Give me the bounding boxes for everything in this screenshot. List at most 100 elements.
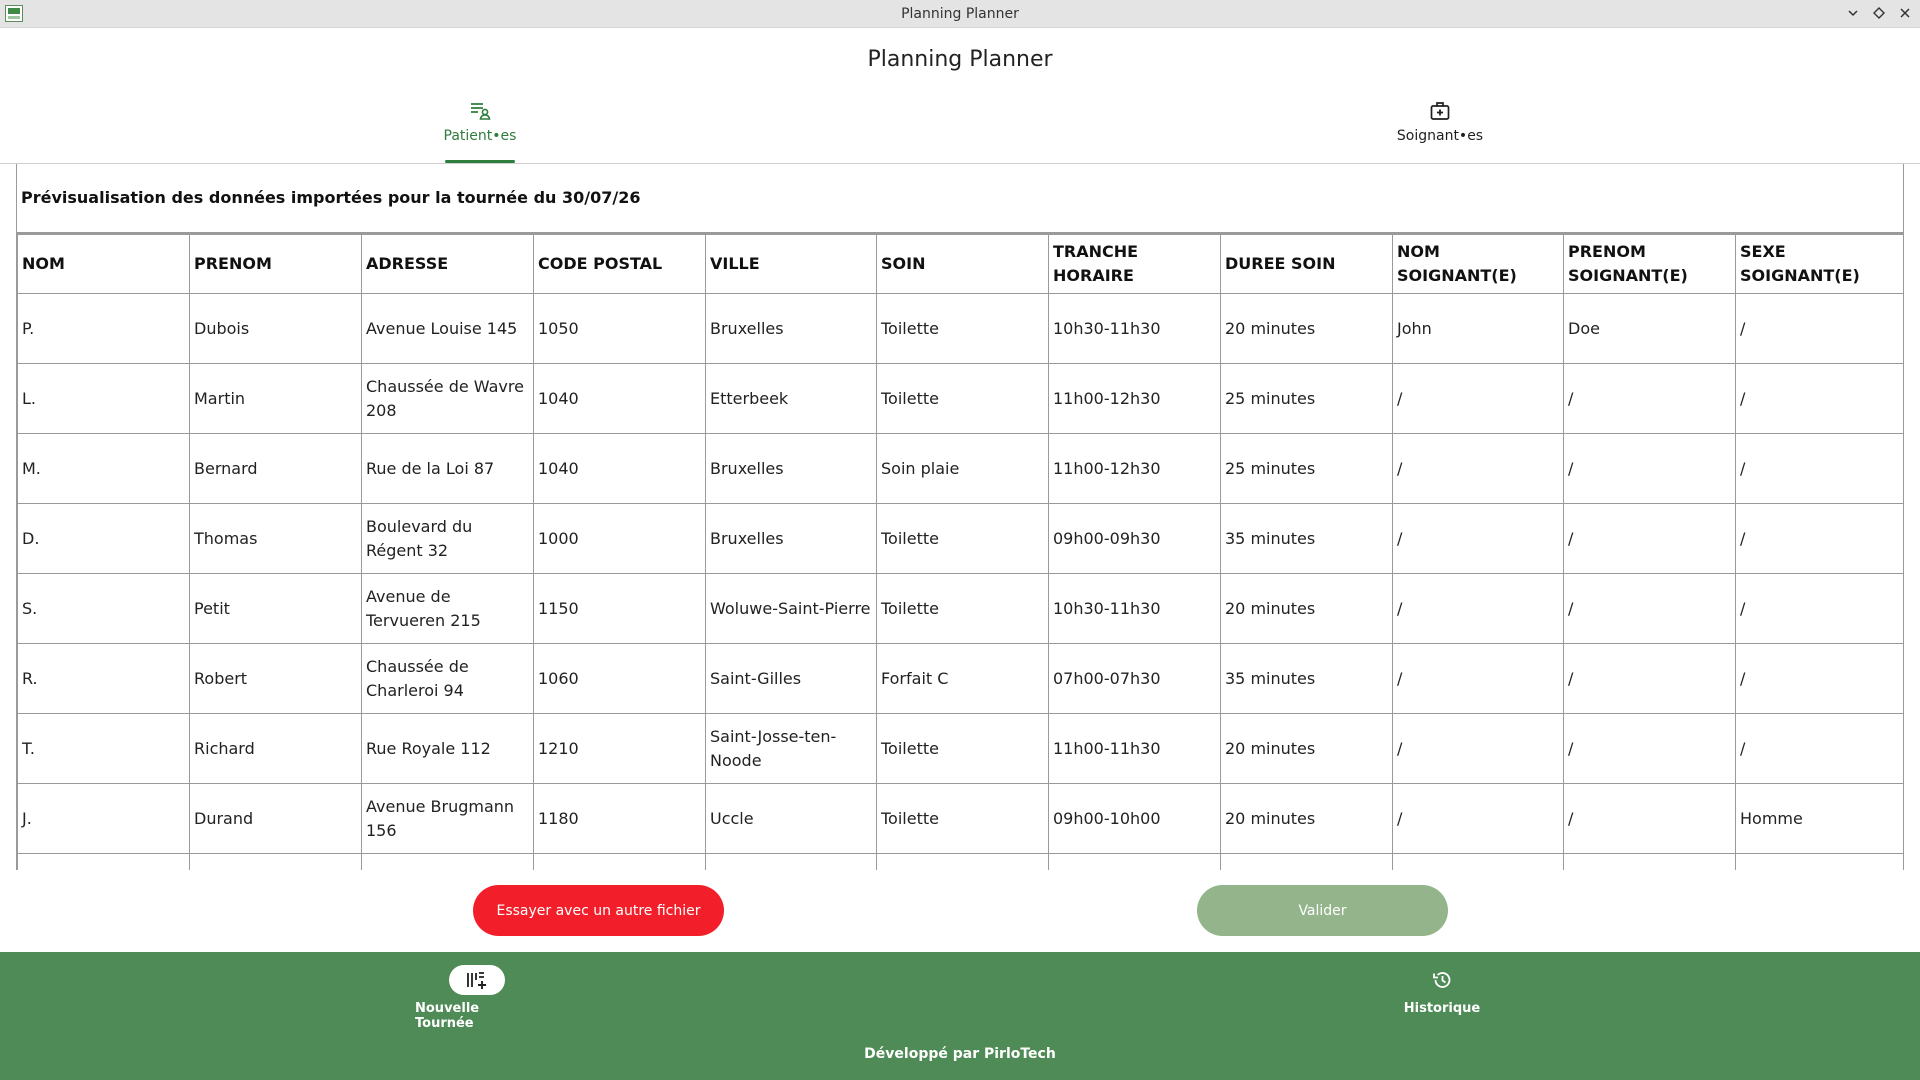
table-cell: 1040 <box>533 433 706 504</box>
history-icon <box>1433 972 1451 988</box>
table-cell: 1040 <box>533 363 706 434</box>
table-cell: Thomas <box>189 503 362 574</box>
tab-soignants-label: Soignant•es <box>1396 128 1484 144</box>
table-cell: / <box>1563 643 1736 714</box>
table-cell: / <box>1563 363 1736 434</box>
table-cell: Rue de la Loi 87 <box>361 433 534 504</box>
table-cell: / <box>1735 573 1903 644</box>
table-cell: / <box>1563 713 1736 784</box>
table-cell: Petit <box>189 573 362 644</box>
nav-active-pill <box>449 965 505 995</box>
preview-table: NOM PRENOM ADRESSE CODE POSTAL VILLE SOI… <box>17 234 1903 870</box>
window-titlebar: Planning Planner <box>0 0 1920 28</box>
table-cell: 10h30-11h30 <box>1048 293 1221 364</box>
diamond-icon <box>1873 7 1885 19</box>
table-cell: 35 minutes <box>1220 643 1393 714</box>
table-cell: John <box>1392 293 1564 364</box>
table-cell: 20 minutes <box>1220 713 1393 784</box>
table-cell: / <box>1392 433 1564 504</box>
table-cell: 07h00-07h30 <box>1048 643 1221 714</box>
table-cell <box>1220 853 1393 870</box>
nav-history[interactable]: Historique <box>1392 965 1492 1016</box>
nav-new-tour-label: Nouvelle Tournée <box>415 1001 480 1031</box>
maximize-button[interactable] <box>1870 4 1888 22</box>
column-header: DUREE SOIN <box>1220 234 1393 294</box>
table-cell: L. <box>17 363 190 434</box>
patient-list-icon <box>471 103 491 120</box>
table-cell: Forfait C <box>876 643 1049 714</box>
close-button[interactable] <box>1896 4 1914 22</box>
table-cell: / <box>1392 783 1564 854</box>
table-cell: M. <box>17 433 190 504</box>
table-cell: 10h30-11h30 <box>1048 573 1221 644</box>
table-cell: / <box>1735 713 1903 784</box>
page-title: Planning Planner <box>867 47 1053 72</box>
tab-soignants[interactable]: Soignant•es <box>1395 100 1485 164</box>
minimize-button[interactable] <box>1844 4 1862 22</box>
table-cell: Avenue de Tervueren 215 <box>361 573 534 644</box>
table-cell: / <box>1392 503 1564 574</box>
tab-patients[interactable]: Patient•es <box>440 100 520 164</box>
table-cell <box>17 853 190 870</box>
column-header: PRENOM SOIGNANT(E) <box>1563 234 1736 294</box>
column-header: SEXE SOIGNANT(E) <box>1735 234 1903 294</box>
table-row-partial <box>17 853 1903 870</box>
table-row: M. Bernard Rue de la Loi 87 1040 Bruxelles So… <box>17 433 1903 504</box>
table-cell: Chaussée de Wavre 208 <box>361 363 534 434</box>
footer-credit: Développé par PirloTech <box>864 1046 1056 1062</box>
table-cell: Bruxelles <box>705 293 877 364</box>
table-cell: 1150 <box>533 573 706 644</box>
table-cell <box>1563 853 1736 870</box>
table-cell <box>1392 853 1564 870</box>
table-cell: 35 minutes <box>1220 503 1393 574</box>
table-cell: Etterbeek <box>705 363 877 434</box>
table-cell <box>1048 853 1221 870</box>
table-cell: Toilette <box>876 783 1049 854</box>
table-cell: / <box>1735 433 1903 504</box>
table-cell: Saint-Gilles <box>705 643 877 714</box>
column-header: VILLE <box>705 234 877 294</box>
table-cell: Martin <box>189 363 362 434</box>
table-cell: / <box>1735 293 1903 364</box>
table-cell: 1050 <box>533 293 706 364</box>
retry-file-button[interactable]: Essayer avec un autre fichier <box>473 885 724 936</box>
table-cell: P. <box>17 293 190 364</box>
table-cell: Richard <box>189 713 362 784</box>
table-cell: Soin plaie <box>876 433 1049 504</box>
table-cell: Chaussée de Charleroi 94 <box>361 643 534 714</box>
table-cell: Toilette <box>876 363 1049 434</box>
preview-panel[interactable]: Prévisualisation des données importées p… <box>16 164 1904 870</box>
nav-new-tour[interactable]: Nouvelle Tournée <box>415 965 539 1031</box>
table-cell: R. <box>17 643 190 714</box>
table-cell: 1210 <box>533 713 706 784</box>
table-row: R. Robert Chaussée de Charleroi 94 1060 Sain… <box>17 643 1903 714</box>
table-cell: Avenue Louise 145 <box>361 293 534 364</box>
table-cell: Boulevard du Régent 32 <box>361 503 534 574</box>
nav-history-icon-wrap <box>1414 965 1470 995</box>
table-cell: / <box>1735 643 1903 714</box>
table-cell: / <box>1735 363 1903 434</box>
table-cell: 11h00-12h30 <box>1048 363 1221 434</box>
table-row: T. Richard Rue Royale 112 1210 Saint-Josse-t… <box>17 713 1903 784</box>
validate-button[interactable]: Valider <box>1197 885 1448 936</box>
window-title: Planning Planner <box>901 6 1019 22</box>
table-cell: Toilette <box>876 573 1049 644</box>
table-cell: 11h00-11h30 <box>1048 713 1221 784</box>
column-header: CODE POSTAL <box>533 234 706 294</box>
nav-history-label: Historique <box>1403 1001 1481 1016</box>
table-cell: / <box>1563 783 1736 854</box>
table-cell: Doe <box>1563 293 1736 364</box>
table-cell: / <box>1392 573 1564 644</box>
table-cell <box>1735 853 1903 870</box>
tab-bar: Patient•es Soignant•es <box>0 100 1920 164</box>
table-cell: J. <box>17 783 190 854</box>
table-cell: Toilette <box>876 713 1049 784</box>
table-row: S. Petit Avenue de Tervueren 215 1150 Woluwe… <box>17 573 1903 644</box>
close-icon <box>1900 8 1910 18</box>
table-cell <box>533 853 706 870</box>
table-cell: Bernard <box>189 433 362 504</box>
table-cell: 25 minutes <box>1220 433 1393 504</box>
table-cell: / <box>1563 433 1736 504</box>
table-cell: Durand <box>189 783 362 854</box>
table-cell: Toilette <box>876 503 1049 574</box>
